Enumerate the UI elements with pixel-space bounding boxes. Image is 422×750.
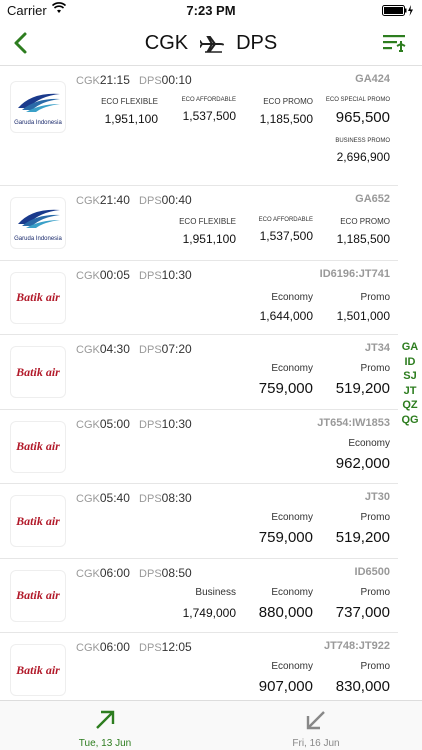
- flight-number: ID6500: [354, 565, 390, 578]
- fare-option[interactable]: Economy 759,000: [259, 363, 313, 397]
- batik-air-logo: Batik air: [10, 271, 66, 324]
- index-item-jt[interactable]: JT: [400, 384, 420, 399]
- flight-times: CGK06:00 DPS12:05: [76, 640, 192, 654]
- flight-number: JT654:IW1853: [317, 416, 390, 429]
- fare-option[interactable]: Promo 519,200: [336, 512, 390, 546]
- previous-date-label: Tue, 13 Jun: [78, 738, 132, 749]
- flight-number: ID6196:JT741: [319, 267, 390, 280]
- index-item-id[interactable]: ID: [400, 355, 420, 370]
- route-title: CGK DPS: [0, 32, 422, 55]
- flight-row[interactable]: Batik air CGK04:30 DPS07:20 JT34 Economy…: [0, 335, 398, 410]
- fare-option[interactable]: BUSINESS PROMO 2,696,900: [335, 138, 390, 164]
- flight-row[interactable]: Batik air CGK05:00 DPS10:30 JT654:IW1853…: [0, 410, 398, 484]
- destination-code: DPS: [236, 32, 278, 54]
- flight-times: CGK21:15 DPS00:10: [76, 73, 192, 87]
- fare-option[interactable]: Business 1,749,000: [183, 587, 236, 620]
- fare-option[interactable]: ECO PROMO 1,185,500: [337, 217, 390, 246]
- fare-option[interactable]: Promo 519,200: [336, 363, 390, 397]
- batik-air-logo: Batik air: [10, 346, 66, 398]
- flight-row[interactable]: Batik air CGK06:00 DPS08:50 ID6500 Busin…: [0, 559, 398, 633]
- arrow-up-right-icon: [96, 710, 115, 729]
- origin-code: CGK: [144, 32, 189, 54]
- fare-option[interactable]: Economy 962,000: [336, 438, 390, 472]
- index-item-ga[interactable]: GA: [400, 340, 420, 355]
- previous-date-button[interactable]: Tue, 13 Jun: [35, 701, 175, 750]
- fare-option[interactable]: Promo 737,000: [336, 587, 390, 621]
- fare-option[interactable]: Economy 907,000: [259, 661, 313, 695]
- flight-row[interactable]: Garuda Indonesia CGK21:15 DPS00:10 GA424…: [0, 66, 398, 186]
- index-item-sj[interactable]: SJ: [400, 369, 420, 384]
- garuda-indonesia-logo: Garuda Indonesia: [10, 197, 66, 249]
- flight-number: JT34: [364, 342, 390, 354]
- clock: 7:23 PM: [186, 3, 236, 18]
- arrow-down-left-icon: [306, 711, 325, 730]
- fare-option[interactable]: Economy 759,000: [259, 512, 313, 546]
- flight-list: Garuda Indonesia CGK21:15 DPS00:10 GA424…: [0, 66, 398, 700]
- flight-row[interactable]: Garuda Indonesia CGK21:40 DPS00:40 GA652…: [0, 186, 398, 261]
- flight-row[interactable]: Batik air CGK00:05 DPS10:30 ID6196:JT741…: [0, 261, 398, 335]
- flight-times: CGK00:05 DPS10:30: [76, 267, 192, 282]
- batik-air-logo: Batik air: [10, 644, 66, 696]
- fare-option[interactable]: Promo 1,501,000: [337, 292, 390, 323]
- index-item-qz[interactable]: QZ: [400, 398, 420, 413]
- fare-option[interactable]: ECO SPECIAL PROMO 965,500: [326, 97, 390, 126]
- fare-option[interactable]: ECO AFFORDABLE 1,537,500: [259, 217, 313, 243]
- date-navigation: Tue, 13 Jun Fri, 16 Jun: [0, 700, 422, 750]
- fare-option[interactable]: Economy 1,644,000: [260, 292, 313, 323]
- flight-times: CGK04:30 DPS07:20: [76, 342, 192, 356]
- batik-air-logo: Batik air: [10, 569, 66, 622]
- batik-air-logo: Batik air: [10, 495, 66, 547]
- flight-times: CGK06:00 DPS08:50: [76, 565, 192, 580]
- flight-row[interactable]: Batik air CGK06:00 DPS12:05 JT748:JT922 …: [0, 633, 398, 700]
- fare-option[interactable]: Economy 880,000: [259, 587, 313, 621]
- next-date-button[interactable]: Fri, 16 Jun: [246, 701, 386, 750]
- flight-number: GA652: [355, 193, 390, 205]
- flight-number: GA424: [355, 73, 390, 85]
- flight-times: CGK05:00 DPS10:30: [76, 416, 192, 431]
- flight-times: CGK21:40 DPS00:40: [76, 193, 192, 207]
- airline-index: GA ID SJ JT QZ QG: [400, 340, 420, 427]
- plane-icon: [200, 35, 225, 53]
- fare-option[interactable]: ECO FLEXIBLE 1,951,100: [179, 217, 236, 246]
- garuda-indonesia-logo: Garuda Indonesia: [10, 81, 66, 133]
- fare-option[interactable]: ECO FLEXIBLE 1,951,100: [101, 97, 158, 126]
- flight-row[interactable]: Batik air CGK05:40 DPS08:30 JT30 Economy…: [0, 484, 398, 559]
- flight-times: CGK05:40 DPS08:30: [76, 491, 192, 505]
- batik-air-logo: Batik air: [10, 420, 66, 473]
- flight-number: JT748:JT922: [323, 640, 390, 652]
- fare-option[interactable]: Promo 830,000: [336, 661, 390, 695]
- status-bar: Carrier 7:23 PM: [0, 0, 422, 20]
- flight-number: JT30: [364, 491, 390, 503]
- next-date-label: Fri, 16 Jun: [292, 738, 340, 749]
- fare-option[interactable]: ECO AFFORDABLE 1,537,500: [182, 97, 236, 123]
- index-item-qg[interactable]: QG: [400, 413, 420, 428]
- battery-icon: [382, 5, 413, 16]
- fare-option[interactable]: ECO PROMO 1,185,500: [260, 97, 313, 126]
- filter-flights-icon[interactable]: [382, 32, 408, 54]
- navigation-bar: CGK DPS: [0, 20, 422, 66]
